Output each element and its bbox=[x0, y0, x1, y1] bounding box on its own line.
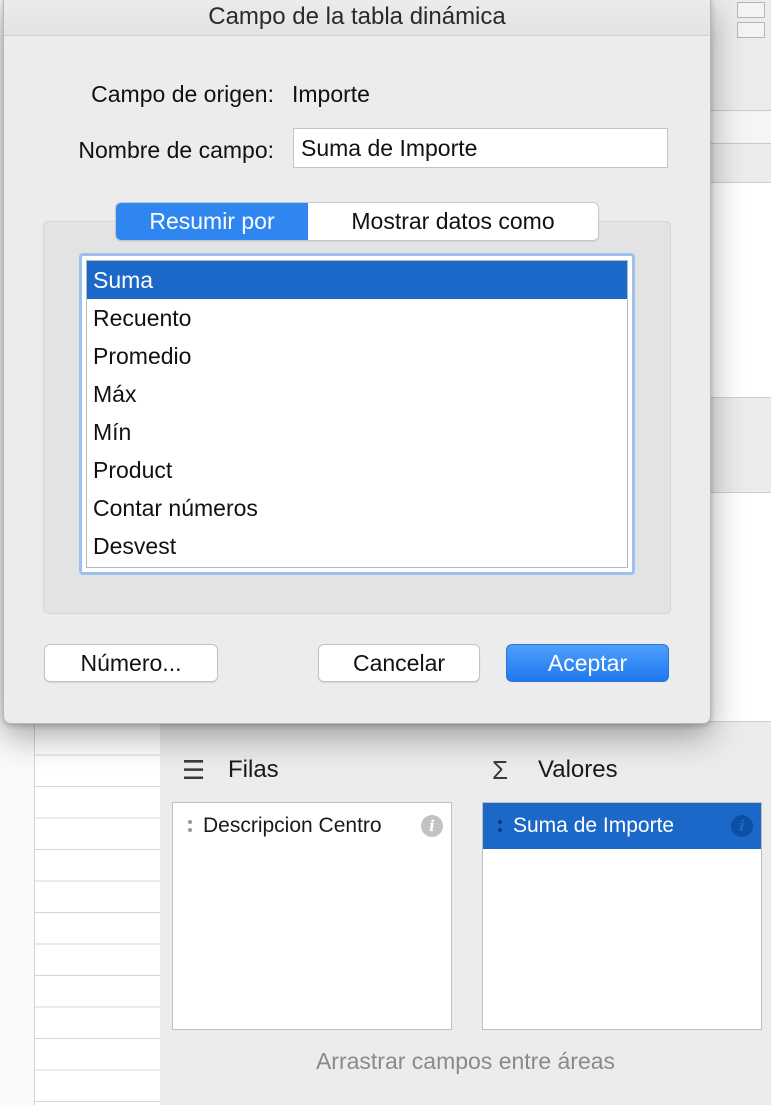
pivot-field-dialog: Campo de la tabla dinámica Campo de orig… bbox=[3, 0, 711, 724]
function-listbox[interactable]: Suma Recuento Promedio Máx Mín Product C… bbox=[79, 253, 635, 575]
pane-layout-icons bbox=[721, 0, 771, 60]
drag-handle-icon[interactable] bbox=[185, 820, 195, 832]
rows-field-label: Descripcion Centro bbox=[203, 814, 382, 837]
rows-area-box[interactable]: Descripcion Centro i bbox=[172, 802, 452, 1030]
rows-icon: ☰ bbox=[182, 754, 206, 785]
sigma-icon: Σ bbox=[492, 754, 509, 785]
info-icon[interactable]: i bbox=[731, 815, 753, 837]
info-icon[interactable]: i bbox=[421, 815, 443, 837]
values-area-header: Σ Valores bbox=[492, 750, 618, 790]
dialog-title: Campo de la tabla dinámica bbox=[208, 3, 506, 30]
ok-button[interactable]: Aceptar bbox=[506, 644, 669, 682]
function-item-suma[interactable]: Suma bbox=[87, 261, 627, 299]
drag-handle-icon[interactable] bbox=[495, 820, 505, 832]
number-format-button[interactable]: Número... bbox=[44, 644, 218, 682]
field-name-input[interactable] bbox=[293, 128, 668, 168]
field-search-input[interactable] bbox=[708, 110, 771, 144]
values-field-label: Suma de Importe bbox=[513, 814, 675, 837]
function-item-contar-numeros[interactable]: Contar números bbox=[87, 489, 627, 527]
function-item-max[interactable]: Máx bbox=[87, 375, 627, 413]
values-area-title: Valores bbox=[538, 756, 618, 783]
layout-icon[interactable] bbox=[737, 22, 765, 38]
tab-summarize-by[interactable]: Resumir por bbox=[116, 203, 308, 240]
function-item-promedio[interactable]: Promedio bbox=[87, 337, 627, 375]
function-list: Suma Recuento Promedio Máx Mín Product C… bbox=[86, 260, 628, 568]
function-item-product[interactable]: Product bbox=[87, 451, 627, 489]
source-field-label: Campo de origen: bbox=[91, 81, 274, 107]
tab-show-data-as[interactable]: Mostrar datos como bbox=[308, 203, 598, 240]
rows-area-header: ☰ Filas bbox=[182, 750, 279, 790]
field-name-label: Nombre de campo: bbox=[78, 137, 274, 163]
drag-hint-text: Arrastrar campos entre áreas bbox=[315, 1048, 616, 1074]
summary-tab-control[interactable]: Resumir por Mostrar datos como bbox=[115, 202, 599, 241]
function-item-desvest[interactable]: Desvest bbox=[87, 527, 627, 565]
dialog-titlebar[interactable]: Campo de la tabla dinámica bbox=[4, 0, 710, 36]
rows-field-item[interactable]: Descripcion Centro i bbox=[173, 803, 451, 849]
filters-area-box[interactable] bbox=[708, 492, 771, 722]
field-list-box[interactable] bbox=[708, 182, 771, 398]
rows-area-title: Filas bbox=[228, 756, 279, 783]
function-item-recuento[interactable]: Recuento bbox=[87, 299, 627, 337]
function-item-min[interactable]: Mín bbox=[87, 413, 627, 451]
layout-icon[interactable] bbox=[737, 2, 765, 18]
values-field-item[interactable]: Suma de Importe i bbox=[483, 803, 761, 849]
source-field-value: Importe bbox=[292, 81, 370, 107]
values-area-box[interactable]: Suma de Importe i bbox=[482, 802, 762, 1030]
cancel-button[interactable]: Cancelar bbox=[318, 644, 480, 682]
